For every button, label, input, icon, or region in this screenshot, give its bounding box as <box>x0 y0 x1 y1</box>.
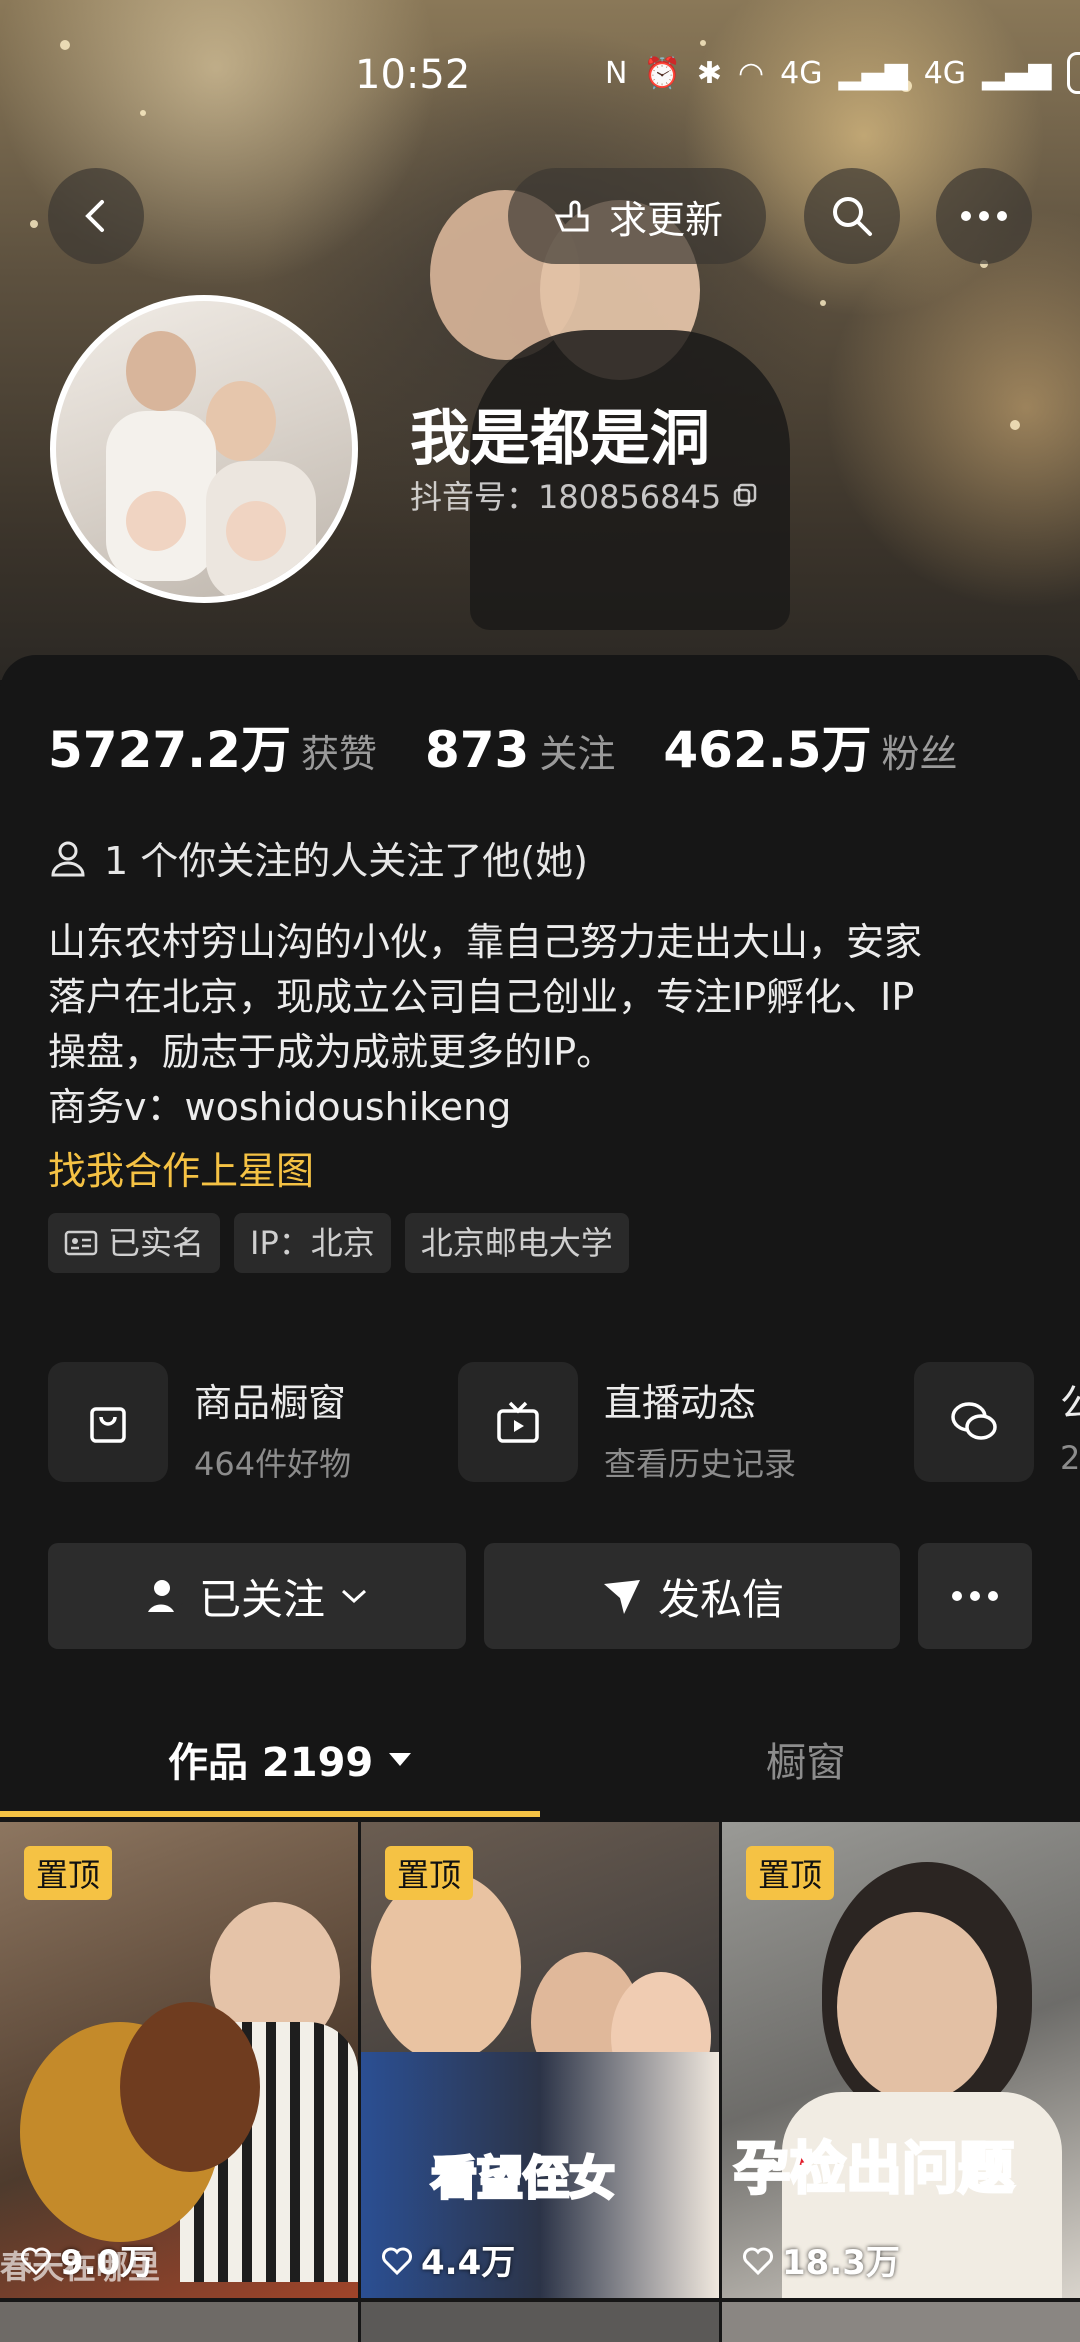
following-label: 关注 <box>539 732 616 776</box>
video-thumbnail[interactable] <box>722 2302 1080 2342</box>
profile-name: 我是都是洞 <box>410 404 710 474</box>
star-map-link[interactable]: 找我合作上星图 <box>48 1140 314 1195</box>
tag-verified: 已实名 <box>48 1213 221 1273</box>
signal-bars-icon-2: ▂▄▆ <box>982 55 1052 91</box>
followed-button[interactable]: 已关注 <box>48 1543 466 1649</box>
shopping-bag-icon <box>48 1362 168 1482</box>
feature-group-chat[interactable]: 公 2 <box>914 1362 1080 1482</box>
more-dots-icon <box>952 1591 998 1601</box>
status-time: 10:52 <box>355 52 471 98</box>
likes-count[interactable]: 5727.2万 <box>48 710 291 782</box>
followers-count[interactable]: 462.5万 <box>663 710 871 782</box>
video-likes-count: 4.4万 <box>421 2243 516 2283</box>
video-thumbnail[interactable]: 置顶 看望侄女 4.4万 <box>361 1822 719 2298</box>
profile-tags: 已实名 IP：北京 北京邮电大学 <box>48 1213 629 1273</box>
tag-school[interactable]: 北京邮电大学 <box>404 1213 629 1273</box>
more-button[interactable] <box>936 168 1032 264</box>
video-overlay-text: 孕检出问题 <box>733 2136 1016 2204</box>
tab-works[interactable]: 作品 2199 <box>168 1730 413 1788</box>
likes-label: 获赞 <box>300 732 377 776</box>
nfc-icon: N <box>605 55 628 91</box>
chevron-down-icon <box>341 1589 367 1604</box>
followed-label: 已关注 <box>198 1574 325 1624</box>
bio-line: 操盘，励志于成为成就更多的IP。 <box>48 1030 615 1074</box>
bio-line: 山东农村穷山沟的小伙，靠自己努力走出大山，安家 <box>48 920 923 964</box>
alarm-icon: ⏰ <box>643 55 681 91</box>
tv-icon <box>458 1362 578 1482</box>
bio-line: 商务v：woshidoushikeng <box>48 1085 512 1129</box>
status-icons: N ⏰ ✱ ◠ 4G ▂▄▆ 4G ▂▄▆ 38 <box>605 52 1080 94</box>
paper-plane-icon <box>603 1580 640 1614</box>
bio-line: 落户在北京，现成立公司自己创业，专注IP孵化、IP <box>48 975 915 1019</box>
pinned-badge: 置顶 <box>746 1846 835 1900</box>
video-overlay-text: 看望侄女 <box>430 2150 617 2207</box>
feature-title: 公 <box>1060 1381 1080 1425</box>
copy-icon[interactable] <box>731 481 759 509</box>
signal-4g-icon-2: 4G <box>923 55 967 91</box>
heart-icon <box>382 2247 412 2275</box>
feature-title: 商品橱窗 <box>194 1381 347 1425</box>
profile-stats: 5727.2万 获赞 873 关注 462.5万 粉丝 <box>48 710 1006 782</box>
chat-bubbles-icon <box>914 1362 1034 1482</box>
signal-4g-icon: 4G <box>780 55 823 91</box>
back-button[interactable] <box>48 168 144 264</box>
feature-live-activity[interactable]: 直播动态 查看历史记录 <box>458 1362 796 1485</box>
following-count[interactable]: 873 <box>425 721 529 779</box>
request-update-label: 求更新 <box>608 197 723 242</box>
request-update-button[interactable]: 求更新 <box>508 168 766 264</box>
person-check-icon <box>147 1580 185 1612</box>
profile-bio: 山东农村穷山沟的小伙，靠自己努力走出大山，安家 落户在北京，现成立公司自己创业，… <box>48 915 1038 1135</box>
thumbnail-figure <box>837 1912 997 2102</box>
bluetooth-icon: ✱ <box>696 55 722 91</box>
thumbnail-toy <box>120 2002 260 2172</box>
video-thumbnail[interactable] <box>0 2302 358 2342</box>
douyin-id[interactable]: 抖音号：180856845 <box>410 472 759 518</box>
feature-subtitle: 464件好物 <box>194 1445 352 1483</box>
more-actions-button[interactable] <box>918 1543 1032 1649</box>
mutual-follow-text: 1 个你关注的人关注了他(她) <box>104 839 588 883</box>
video-likes: 18.3万 <box>742 2235 900 2284</box>
caret-down-icon <box>389 1753 412 1766</box>
pinned-badge: 置顶 <box>385 1846 474 1900</box>
status-bar: 10:52 N ⏰ ✱ ◠ 4G ▂▄▆ 4G ▂▄▆ 38 <box>0 0 1080 110</box>
id-card-icon <box>64 1230 98 1256</box>
pointing-hand-icon <box>554 200 589 232</box>
search-button[interactable] <box>804 168 900 264</box>
video-likes: 4.4万 <box>381 2235 515 2284</box>
search-icon <box>833 197 872 236</box>
tag-ip-location: IP：北京 <box>234 1213 391 1273</box>
followers-label: 粉丝 <box>881 732 958 776</box>
feature-subtitle: 2 <box>1060 1439 1080 1477</box>
person-icon <box>51 841 85 876</box>
heart-icon <box>743 2247 773 2275</box>
more-dots-icon <box>961 211 1007 221</box>
feature-subtitle: 查看历史记录 <box>604 1445 797 1483</box>
chevron-left-icon <box>85 200 104 232</box>
tab-shop-window[interactable]: 橱窗 <box>766 1730 846 1788</box>
pinned-badge: 置顶 <box>24 1846 113 1900</box>
douyin-id-text: 抖音号：180856845 <box>410 478 722 516</box>
tab-active-indicator <box>0 1811 540 1817</box>
content-tabs: 作品 2199 橱窗 <box>0 1700 1080 1820</box>
thumbnail-figure <box>371 1872 521 2062</box>
battery-indicator: 38 <box>1067 52 1080 94</box>
video-thumbnail[interactable]: 置顶 9.0万 春天在哪里 <box>0 1822 358 2298</box>
signal-bars-icon: ▂▄▆ <box>838 55 908 91</box>
video-likes-count: 18.3万 <box>782 2243 900 2283</box>
tag-verified-label: 已实名 <box>108 1224 205 1262</box>
send-message-label: 发私信 <box>657 1574 784 1624</box>
feature-shop-window[interactable]: 商品橱窗 464件好物 <box>48 1362 351 1485</box>
video-overlay-text: 春天在哪里 <box>0 2248 161 2286</box>
video-thumbnail[interactable] <box>361 2302 719 2342</box>
wifi-icon: ◠ <box>737 55 765 91</box>
send-message-button[interactable]: 发私信 <box>484 1543 900 1649</box>
video-thumbnail[interactable]: 置顶 孕检出问题 18.3万 <box>722 1822 1080 2298</box>
avatar[interactable] <box>50 295 358 603</box>
feature-title: 直播动态 <box>604 1381 757 1425</box>
mutual-follow[interactable]: 1 个你关注的人关注了他(她) <box>48 830 588 885</box>
tab-works-label: 作品 2199 <box>168 1740 374 1786</box>
